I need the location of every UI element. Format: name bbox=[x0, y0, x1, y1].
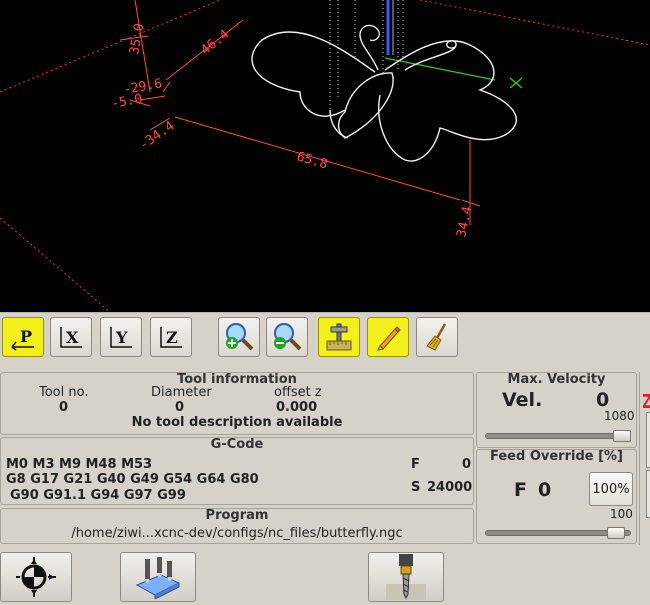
gcode-panel: G-Code M0 M3 M9 M48 M53 G8 G17 G21 G40 G… bbox=[0, 437, 474, 505]
zoom-out-icon bbox=[274, 323, 302, 351]
dim-label: -34.4 bbox=[137, 118, 178, 153]
panel-title: G-Code bbox=[210, 437, 264, 452]
dimension-lines bbox=[119, 0, 481, 225]
tool-marker bbox=[386, 0, 394, 55]
tool-no-value: 0 bbox=[59, 400, 69, 415]
preview-canvas: 35.0 46.4 -29.6 -5.0 -34.4 65.8 34.4 bbox=[0, 0, 650, 312]
dimension-labels: 35.0 46.4 -29.6 -5.0 -34.4 65.8 34.4 bbox=[110, 22, 475, 239]
gcode-modal-line-3: G90 G91.1 G94 G97 G99 bbox=[10, 488, 186, 503]
butterfly-toolpath bbox=[251, 24, 517, 162]
view-x-icon: X bbox=[60, 327, 82, 348]
tool-change-button[interactable] bbox=[368, 552, 444, 602]
svg-text:Y: Y bbox=[115, 328, 128, 347]
diameter-value: 0 bbox=[175, 400, 185, 415]
drill-icon bbox=[386, 554, 426, 600]
axis-tripod bbox=[384, 57, 523, 89]
side-button[interactable] bbox=[646, 470, 650, 518]
clear-preview-button[interactable] bbox=[416, 317, 458, 357]
velocity-slider-track[interactable] bbox=[485, 433, 631, 439]
dim-label: 65.8 bbox=[295, 149, 329, 172]
svg-text:Z: Z bbox=[166, 328, 178, 347]
diameter-label: Diameter bbox=[151, 385, 212, 400]
max-velocity-panel: Max. Velocity Vel. 0 1080 bbox=[476, 372, 637, 448]
tool-no-label: Tool no. bbox=[39, 385, 89, 400]
program-path: /home/ziwi...xcnc-dev/configs/nc_files/b… bbox=[71, 526, 403, 541]
feed-override-reset-button[interactable]: 100% bbox=[589, 472, 633, 506]
velocity-value: 0 bbox=[596, 389, 610, 411]
right-side-panel bbox=[639, 372, 650, 545]
pencil-button[interactable] bbox=[367, 317, 409, 357]
offset-z-value: 0.000 bbox=[276, 400, 318, 415]
panel-title: Program bbox=[205, 508, 269, 523]
view-z-icon: Z bbox=[160, 327, 182, 348]
feed-override-panel: Feed Override [%] F 0 100% 100 bbox=[476, 449, 637, 544]
panel-title: Feed Override [%] bbox=[490, 449, 623, 464]
view-y-icon: Y bbox=[110, 327, 132, 348]
view-p-button[interactable]: P bbox=[2, 317, 44, 357]
side-button[interactable] bbox=[646, 412, 650, 468]
panel-title: Max. Velocity bbox=[507, 372, 606, 387]
tool-information-panel: Tool information Tool no. 0 Diameter 0 o… bbox=[0, 372, 474, 435]
gcode-modal-line-2: G8 G17 G21 G40 G49 G54 G64 G80 bbox=[6, 472, 259, 487]
view-y-button[interactable]: Y bbox=[100, 317, 142, 357]
velocity-max: 1080 bbox=[604, 409, 635, 423]
feed-override-value: 0 bbox=[538, 479, 552, 501]
pencil-icon bbox=[377, 326, 401, 351]
dim-label: -5.0 bbox=[110, 92, 143, 112]
zoom-in-button[interactable] bbox=[218, 317, 260, 357]
touch-off-icon bbox=[135, 557, 181, 599]
view-toolbar: P X Y Z bbox=[0, 312, 650, 360]
dimensions-button[interactable] bbox=[318, 317, 360, 357]
offset-z-label: offset z bbox=[274, 385, 322, 400]
feed-label: F bbox=[411, 457, 420, 472]
view-z-button[interactable]: Z bbox=[150, 317, 192, 357]
homing-target-icon bbox=[16, 557, 56, 597]
dim-label: 46.4 bbox=[198, 27, 232, 58]
feed-override-scale: 100 bbox=[610, 507, 633, 521]
broom-icon bbox=[426, 323, 447, 351]
gcode-modal-line-1: M0 M3 M9 M48 M53 bbox=[6, 457, 153, 472]
view-x-button[interactable]: X bbox=[50, 317, 92, 357]
reference-button[interactable] bbox=[0, 552, 72, 602]
view-p-icon: P bbox=[11, 327, 34, 351]
tool-description: No tool description available bbox=[131, 415, 343, 430]
z-indicator-icon bbox=[643, 394, 650, 408]
program-panel: Program /home/ziwi...xcnc-dev/configs/nc… bbox=[0, 508, 474, 544]
velocity-label: Vel. bbox=[502, 389, 543, 411]
zoom-in-icon bbox=[226, 323, 254, 351]
spindle-label: S bbox=[411, 480, 421, 495]
velocity-slider-handle[interactable] bbox=[613, 430, 631, 442]
spindle-value: 24000 bbox=[427, 480, 473, 495]
gcode-preview[interactable]: 35.0 46.4 -29.6 -5.0 -34.4 65.8 34.4 bbox=[0, 0, 650, 312]
zoom-out-button[interactable] bbox=[266, 317, 308, 357]
feed-value: 0 bbox=[462, 457, 472, 472]
feed-override-label: F bbox=[514, 479, 527, 501]
dim-label: 34.4 bbox=[454, 205, 475, 239]
svg-text:P: P bbox=[20, 327, 32, 346]
dimensions-icon bbox=[326, 323, 352, 351]
feed-override-slider-handle[interactable] bbox=[606, 527, 625, 539]
svg-text:X: X bbox=[66, 328, 79, 347]
touch-off-button[interactable] bbox=[120, 552, 196, 602]
rapid-moves bbox=[329, 0, 404, 115]
dim-label: 35.0 bbox=[127, 22, 147, 55]
